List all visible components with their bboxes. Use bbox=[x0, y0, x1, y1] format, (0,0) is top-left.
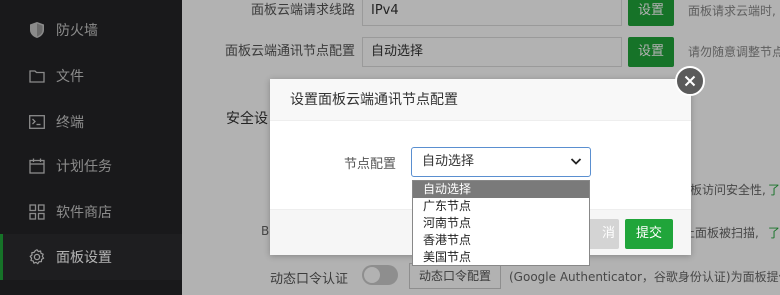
close-icon[interactable] bbox=[675, 66, 705, 96]
node-select-value: 自动选择 bbox=[422, 154, 475, 169]
node-config-label: 节点配置 bbox=[344, 157, 397, 172]
dialog-title: 设置面板云端通讯节点配置 bbox=[290, 92, 458, 108]
submit-button[interactable]: 提交 bbox=[625, 219, 673, 249]
option-auto[interactable]: 自动选择 bbox=[413, 181, 589, 198]
option-hongkong[interactable]: 香港节点 bbox=[413, 232, 589, 249]
node-select-dropdown: 自动选择 广东节点 河南节点 香港节点 美国节点 bbox=[412, 180, 590, 266]
node-select[interactable]: 自动选择 bbox=[411, 147, 591, 177]
option-henan[interactable]: 河南节点 bbox=[413, 215, 589, 232]
dialog-header: 设置面板云端通讯节点配置 bbox=[270, 79, 691, 121]
option-guangdong[interactable]: 广东节点 bbox=[413, 198, 589, 215]
option-usa[interactable]: 美国节点 bbox=[413, 249, 589, 266]
